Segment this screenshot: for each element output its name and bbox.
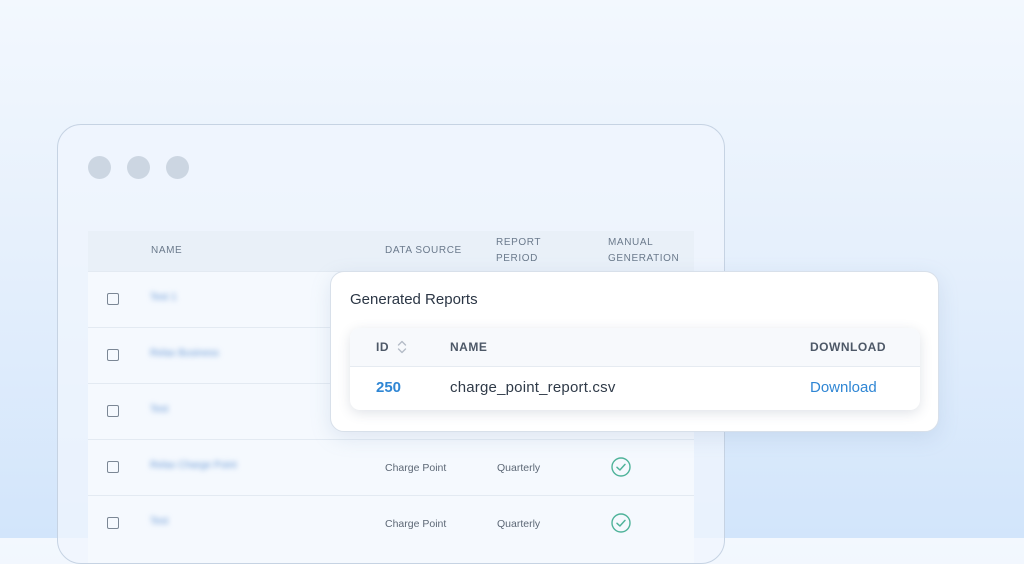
check-circle-icon[interactable]	[611, 513, 631, 533]
row-report-period: Quarterly	[497, 462, 541, 474]
row-checkbox[interactable]	[107, 349, 119, 361]
header-id[interactable]: ID	[376, 340, 389, 354]
table-row[interactable]: Test Charge Point Quarterly	[88, 495, 694, 552]
row-name[interactable]: Test	[150, 516, 168, 527]
table-row[interactable]: Relax Charge Point Charge Point Quarterl…	[88, 439, 694, 496]
header-name: NAME	[450, 340, 488, 354]
window-dot-minimize[interactable]	[127, 156, 150, 179]
row-name[interactable]: Test	[150, 404, 168, 415]
report-file-name: charge_point_report.csv	[450, 379, 616, 396]
generated-reports-panel: Generated Reports ID NAME DOWNLOAD 250 c…	[330, 271, 939, 432]
header-data-source[interactable]: DATA SOURCE	[385, 243, 462, 259]
row-checkbox[interactable]	[107, 517, 119, 529]
row-data-source: Charge Point	[385, 518, 447, 530]
row-checkbox[interactable]	[107, 293, 119, 305]
header-name[interactable]: NAME	[151, 243, 182, 259]
row-name[interactable]: Relax Charge Point	[150, 460, 237, 471]
header-manual-generation[interactable]: MANUAL GENERATION	[608, 235, 688, 267]
header-download: DOWNLOAD	[810, 340, 886, 354]
row-name[interactable]: Relax Business	[150, 348, 219, 359]
window-dot-close[interactable]	[88, 156, 111, 179]
row-report-period: Quarterly	[497, 518, 541, 530]
report-id-link[interactable]: 250	[376, 379, 401, 396]
row-name[interactable]: Test 1	[150, 292, 177, 303]
row-checkbox[interactable]	[107, 405, 119, 417]
download-link[interactable]: Download	[810, 379, 877, 396]
generated-reports-table: ID NAME DOWNLOAD 250 charge_point_report…	[350, 328, 920, 410]
panel-title: Generated Reports	[350, 291, 478, 308]
sort-updown-icon[interactable]	[396, 337, 408, 357]
check-circle-icon[interactable]	[611, 457, 631, 477]
row-data-source: Charge Point	[385, 462, 447, 474]
header-report-period[interactable]: REPORT PERIOD	[496, 235, 556, 267]
row-checkbox[interactable]	[107, 461, 119, 473]
window-dot-maximize[interactable]	[166, 156, 189, 179]
